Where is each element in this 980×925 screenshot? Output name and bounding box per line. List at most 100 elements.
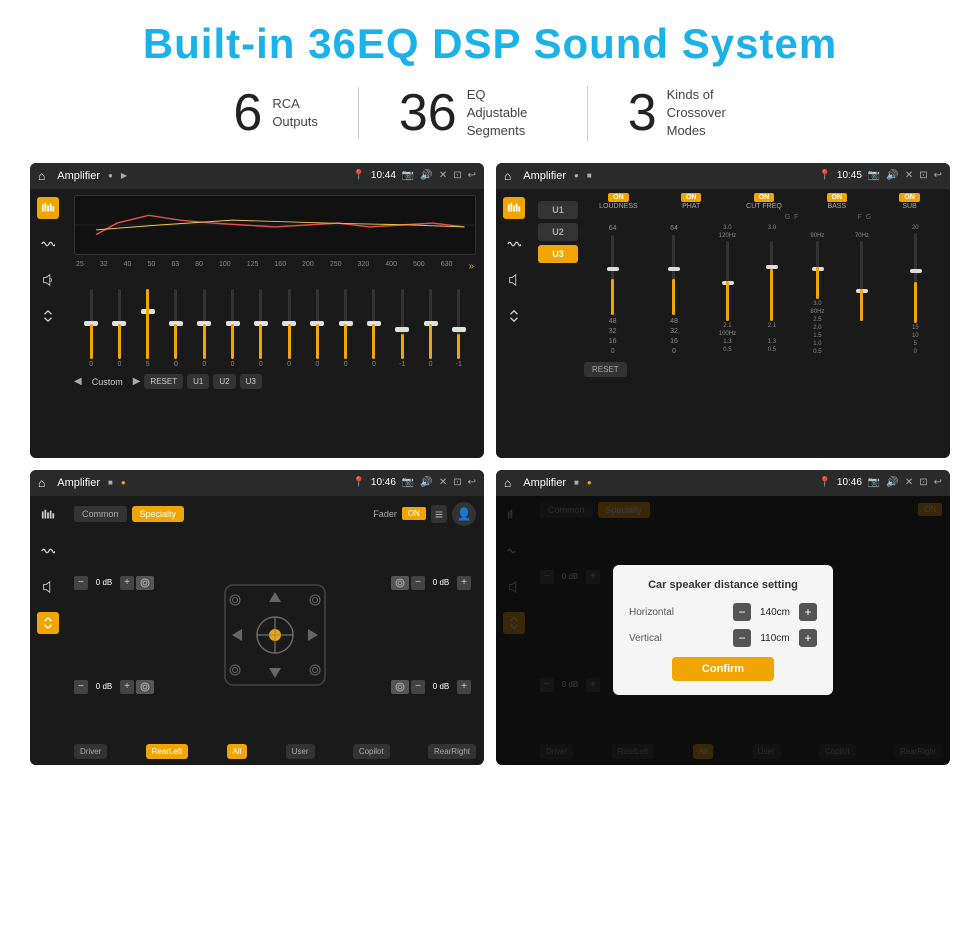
minimize-icon[interactable]: ⊡: [453, 170, 461, 181]
dot-icon: ●: [108, 171, 113, 180]
speaker-sidebar-icon-2[interactable]: [503, 269, 525, 291]
crossover-u-buttons: U1 U2 U3: [538, 193, 578, 454]
u3-btn[interactable]: U3: [538, 245, 578, 263]
eq-prev-btn[interactable]: ◀: [74, 376, 82, 387]
speaker-small-icon-1: [136, 680, 154, 694]
speaker-sidebar-icon[interactable]: [37, 269, 59, 291]
crossover-reset-btn[interactable]: RESET: [584, 362, 627, 377]
wave-sidebar-icon-3[interactable]: [37, 540, 59, 562]
db-minus-2[interactable]: −: [411, 576, 425, 590]
rearright-btn[interactable]: RearRight: [428, 744, 476, 759]
sub-on[interactable]: ON: [899, 193, 920, 202]
copilot-btn[interactable]: Copilot: [353, 744, 390, 759]
screen-speaker: ⌂ Amplifier ■ ● 📍 10:46 📷 🔊 ✕ ⊡ ↩: [30, 470, 484, 765]
camera-icon-3: 📷: [402, 477, 414, 488]
screen-dialog: ⌂ Amplifier ■ ● 📍 10:46 📷 🔊 ✕ ⊡ ↩: [496, 470, 950, 765]
eq-slider-4: 0: [191, 289, 217, 368]
close-icon[interactable]: ✕: [439, 170, 447, 181]
eq-u3-btn[interactable]: U3: [240, 374, 262, 389]
cutfreq-on[interactable]: ON: [754, 193, 775, 202]
home-icon-4[interactable]: ⌂: [504, 476, 511, 490]
vertical-plus-btn[interactable]: +: [799, 629, 817, 647]
wave-sidebar-icon-2[interactable]: [503, 233, 525, 255]
home-icon-2[interactable]: ⌂: [504, 169, 511, 183]
screen-crossover: ⌂ Amplifier ● ■ 📍 10:45 📷 🔊 ✕ ⊡ ↩: [496, 163, 950, 458]
eq-next-btn[interactable]: ▶: [133, 376, 141, 387]
location-icon-3: 📍: [352, 477, 364, 488]
eq-sidebar-icon-3[interactable]: [37, 504, 59, 526]
phat-on[interactable]: ON: [681, 193, 702, 202]
db-plus-2[interactable]: +: [457, 576, 471, 590]
person-icon[interactable]: 👤: [452, 502, 476, 526]
cutfreq-label: CUT FREQ: [746, 203, 782, 210]
vertical-minus-btn[interactable]: −: [733, 629, 751, 647]
minimize-icon-2[interactable]: ⊡: [919, 170, 927, 181]
back-icon-3[interactable]: ↩: [468, 477, 476, 488]
db-minus-1[interactable]: −: [74, 680, 88, 694]
common-tab[interactable]: Common: [74, 506, 127, 522]
specialty-tab[interactable]: Specialty: [132, 506, 185, 522]
db-minus-3[interactable]: −: [411, 680, 425, 694]
db-plus-0[interactable]: +: [120, 576, 134, 590]
app-title-eq: Amplifier: [57, 170, 100, 182]
horizontal-minus-btn[interactable]: −: [733, 603, 751, 621]
u2-btn[interactable]: U2: [538, 223, 578, 241]
app-title-dialog: Amplifier: [523, 477, 566, 489]
speaker-right-controls: − 0 dB + − 0 dB +: [391, 531, 476, 739]
wave-sidebar-icon[interactable]: [37, 233, 59, 255]
db-row-1: − 0 dB +: [74, 680, 159, 694]
loudness-label: LOUDNESS: [599, 203, 638, 210]
home-icon-3[interactable]: ⌂: [38, 476, 45, 490]
db-row-2: − 0 dB +: [391, 576, 476, 590]
eq-bottom: ◀ Custom ▶ RESET U1 U2 U3: [74, 374, 476, 390]
arrows-sidebar-icon-2[interactable]: [503, 305, 525, 327]
eq-sidebar-icon[interactable]: [37, 197, 59, 219]
fader-on-badge: ON: [402, 507, 426, 520]
confirm-button[interactable]: Confirm: [672, 657, 774, 681]
home-icon[interactable]: ⌂: [38, 169, 45, 183]
dialog-overlay: Car speaker distance setting Horizontal …: [496, 496, 950, 765]
db-minus-0[interactable]: −: [74, 576, 88, 590]
speaker-sidebar-icon-3[interactable]: [37, 576, 59, 598]
u1-btn[interactable]: U1: [538, 201, 578, 219]
back-icon-2[interactable]: ↩: [934, 170, 942, 181]
topbar-icons-eq: 📍 10:44 📷 🔊 ✕ ⊡ ↩: [352, 170, 476, 181]
loudness-on[interactable]: ON: [608, 193, 629, 202]
eq-custom-btn[interactable]: Custom: [86, 374, 129, 390]
eq-labels: 2532405063 80100125160200 25032040050063…: [74, 261, 476, 272]
user-btn[interactable]: User: [286, 744, 315, 759]
eq-slider-11: -1: [389, 289, 415, 368]
eq-slider-6: 0: [248, 289, 274, 368]
minimize-icon-3[interactable]: ⊡: [453, 477, 461, 488]
left-sidebar-eq: [30, 189, 66, 458]
eq-sidebar-icon-2[interactable]: [503, 197, 525, 219]
arrows-sidebar-icon[interactable]: [37, 305, 59, 327]
horizontal-plus-btn[interactable]: +: [799, 603, 817, 621]
screen-content-eq: 2532405063 80100125160200 25032040050063…: [66, 189, 484, 458]
minimize-icon-4[interactable]: ⊡: [919, 477, 927, 488]
all-btn[interactable]: All: [227, 744, 248, 759]
eq-slider-3: 0: [163, 289, 189, 368]
arrows-sidebar-icon-3[interactable]: [37, 612, 59, 634]
rearleft-btn[interactable]: RearLeft: [146, 744, 189, 759]
fader-toggle-icon[interactable]: ≡: [431, 505, 447, 523]
back-icon[interactable]: ↩: [468, 170, 476, 181]
eq-u2-btn[interactable]: U2: [213, 374, 235, 389]
more-icon[interactable]: »: [468, 261, 474, 272]
back-icon-4[interactable]: ↩: [934, 477, 942, 488]
eq-sliders: 0 0 5 0: [74, 278, 476, 368]
speaker-small-icon-3: [391, 680, 409, 694]
db-plus-3[interactable]: +: [457, 680, 471, 694]
camera-icon-2: 📷: [868, 170, 880, 181]
eq-reset-btn[interactable]: RESET: [144, 374, 183, 389]
db-plus-1[interactable]: +: [120, 680, 134, 694]
volume-icon-2: 🔊: [886, 170, 898, 181]
volume-icon: 🔊: [420, 170, 432, 181]
close-icon-3[interactable]: ✕: [439, 477, 447, 488]
driver-btn[interactable]: Driver: [74, 744, 107, 759]
dot2-icon-4: ●: [587, 478, 592, 487]
bass-on[interactable]: ON: [827, 193, 848, 202]
close-icon-4[interactable]: ✕: [905, 477, 913, 488]
eq-u1-btn[interactable]: U1: [187, 374, 209, 389]
close-icon-2[interactable]: ✕: [905, 170, 913, 181]
